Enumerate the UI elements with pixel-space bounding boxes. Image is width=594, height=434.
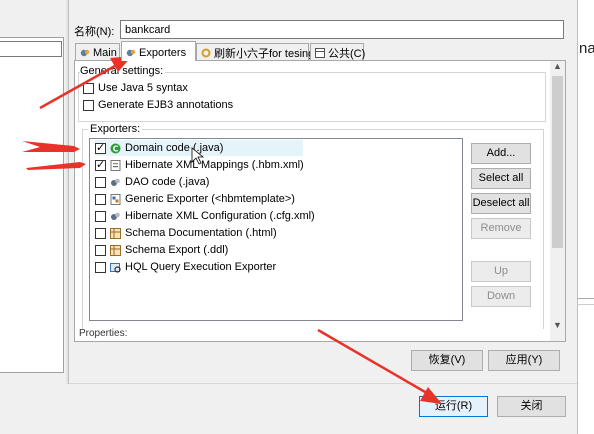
tab-label: 刷新小六子for tesing [214, 48, 315, 60]
list-item[interactable]: HQL Query Execution Exporter [95, 259, 276, 275]
hibernate-icon [110, 177, 121, 188]
exporter-label: Domain code (.java) [125, 142, 224, 154]
name-input[interactable] [120, 20, 564, 39]
checkbox-box[interactable] [83, 99, 94, 111]
refresh-tab-icon [201, 48, 211, 58]
scroll-thumb[interactable] [552, 76, 563, 248]
checkbox-box[interactable] [95, 193, 106, 205]
use-java5-checkbox[interactable]: Use Java 5 syntax [83, 82, 188, 94]
list-item[interactable]: Hibernate XML Mappings (.hbm.xml) [95, 157, 304, 173]
svg-text:C: C [113, 144, 119, 153]
select-all-button[interactable]: Select all [471, 168, 531, 189]
tab-refresh[interactable]: 刷新小六子for tesing [196, 43, 314, 60]
scroll-up-icon[interactable]: ▲ [550, 61, 565, 74]
exporter-label: DAO code (.java) [125, 176, 210, 188]
xml-file-icon [110, 159, 121, 171]
checkbox-label: Use Java 5 syntax [98, 82, 188, 94]
checkbox-box[interactable] [95, 261, 106, 273]
exporter-label: Generic Exporter (<hbmtemplate>) [125, 193, 295, 205]
close-button[interactable]: 关闭 [497, 396, 566, 417]
exporter-label: HQL Query Execution Exporter [125, 261, 277, 273]
remove-button[interactable]: Remove [471, 218, 531, 239]
deselect-all-button[interactable]: Deselect all [471, 193, 531, 214]
list-item[interactable]: DAO code (.java) [95, 174, 209, 190]
hibernate-icon [110, 211, 121, 222]
ejb3-annotations-checkbox[interactable]: Generate EJB3 annotations [83, 99, 233, 111]
dialog-separator [69, 383, 577, 384]
checkbox-box[interactable] [83, 82, 94, 94]
list-item[interactable]: Schema Export (.ddl) [95, 242, 228, 258]
exporter-label: Hibernate XML Configuration (.cfg.xml) [125, 210, 315, 222]
checkbox-box[interactable] [95, 141, 106, 154]
scroll-down-icon[interactable]: ▼ [550, 320, 565, 333]
general-settings-label: General settings: [80, 65, 166, 77]
exporter-label: Hibernate XML Mappings (.hbm.xml) [125, 159, 304, 171]
tab-label: Main [93, 47, 117, 59]
checkbox-box[interactable] [95, 158, 106, 171]
exporter-label: Schema Export (.ddl) [125, 244, 229, 256]
background-divider [577, 304, 594, 305]
checkbox-box[interactable] [95, 210, 106, 222]
background-window-text: na [579, 40, 594, 57]
configuration-tree[interactable] [0, 37, 64, 373]
tab-common[interactable]: 公共(C) [310, 43, 366, 60]
move-up-button[interactable]: Up [471, 261, 531, 282]
background-divider [577, 298, 594, 299]
list-item[interactable]: Schema Documentation (.html) [95, 225, 277, 241]
main-tab-icon [80, 48, 90, 58]
hql-icon [110, 262, 121, 273]
pane-divider[interactable] [66, 0, 69, 384]
list-item[interactable]: C Domain code (.java) [95, 140, 303, 156]
java-class-icon: C [110, 143, 121, 154]
schema-export-icon [110, 244, 121, 256]
checkbox-box[interactable] [95, 227, 106, 239]
run-button[interactable]: 运行(R) [419, 396, 488, 417]
list-item[interactable]: Hibernate XML Configuration (.cfg.xml) [95, 208, 315, 224]
exporters-list[interactable]: C Domain code (.java) Hibernate XML Mapp… [89, 138, 463, 321]
exporters-label: Exporters: [88, 123, 143, 135]
tab-label: Exporters [139, 46, 187, 59]
tab-main[interactable]: Main [75, 43, 120, 60]
filter-input[interactable] [0, 41, 62, 57]
list-item[interactable]: Generic Exporter (<hbmtemplate>) [95, 191, 295, 207]
move-down-button[interactable]: Down [471, 286, 531, 307]
common-tab-icon [315, 48, 325, 58]
properties-label: Properties: [79, 328, 128, 338]
apply-button[interactable]: 应用(Y) [488, 350, 560, 371]
schema-doc-icon [110, 227, 121, 239]
revert-button[interactable]: 恢复(V) [411, 350, 483, 371]
background-window [577, 0, 594, 434]
checkbox-label: Generate EJB3 annotations [98, 99, 234, 111]
exporter-label: Schema Documentation (.html) [125, 227, 277, 239]
general-settings-group [78, 72, 546, 122]
checkbox-box[interactable] [95, 244, 106, 256]
tab-exporters[interactable]: Exporters [121, 41, 196, 61]
name-label: 名称(N): [74, 26, 115, 38]
checkbox-box[interactable] [95, 176, 106, 188]
exporters-tab-icon [126, 48, 136, 58]
tab-label: 公共(C) [328, 48, 366, 60]
generic-exporter-icon [110, 193, 121, 205]
add-button[interactable]: Add... [471, 143, 531, 164]
